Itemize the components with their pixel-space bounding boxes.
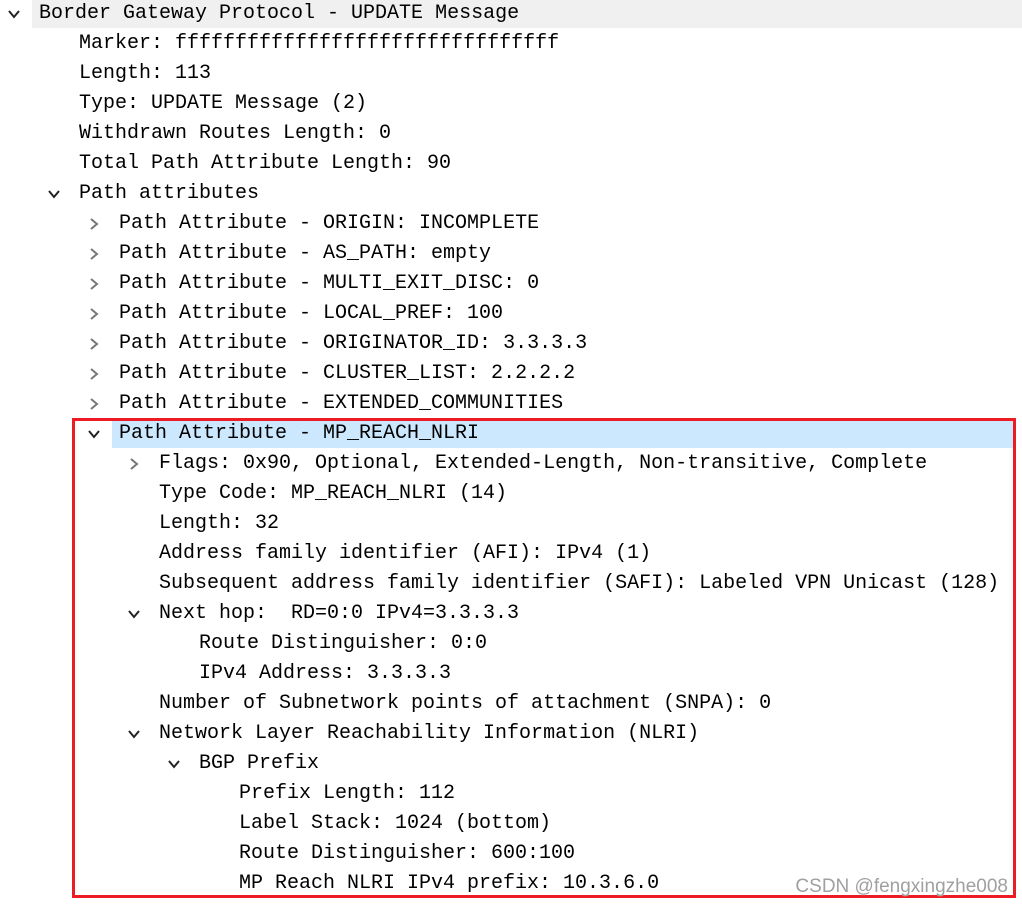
row-label: Path Attribute - ORIGINATOR_ID: 3.3.3.3	[119, 332, 588, 355]
row-label: Length: 113	[79, 62, 212, 85]
watermark: CSDN @fengxingzhe008	[795, 876, 1008, 897]
tree-row[interactable]: Border Gateway Protocol - UPDATE Message	[0, 0, 1022, 29]
row-label: Withdrawn Routes Length: 0	[79, 122, 392, 145]
tree-row[interactable]: Path Attribute - ORIGINATOR_ID: 3.3.3.3	[0, 329, 1022, 359]
tree-row[interactable]: Path Attribute - AS_PATH: empty	[0, 239, 1022, 269]
row-label: Path attributes	[79, 182, 260, 205]
row-label: Network Layer Reachability Information (…	[159, 722, 700, 745]
row-label: Subsequent address family identifier (SA…	[159, 572, 1000, 595]
tree-row[interactable]: Length: 113	[0, 59, 1022, 89]
tree-row[interactable]: Type Code: MP_REACH_NLRI (14)	[0, 479, 1022, 509]
tree-row[interactable]: Path Attribute - ORIGIN: INCOMPLETE	[0, 209, 1022, 239]
tree-row[interactable]: Route Distinguisher: 0:0	[0, 629, 1022, 659]
row-label: Path Attribute - EXTENDED_COMMUNITIES	[119, 392, 564, 415]
tree-row[interactable]: Path attributes	[0, 179, 1022, 209]
tree-row[interactable]: Flags: 0x90, Optional, Extended-Length, …	[0, 449, 1022, 479]
tree-row[interactable]: Total Path Attribute Length: 90	[0, 149, 1022, 179]
tree-row[interactable]: Path Attribute - CLUSTER_LIST: 2.2.2.2	[0, 359, 1022, 389]
row-label: MP Reach NLRI IPv4 prefix: 10.3.6.0	[239, 872, 660, 895]
chevron-down-icon[interactable]	[126, 599, 142, 629]
row-label: Address family identifier (AFI): IPv4 (1…	[159, 542, 652, 565]
chevron-down-icon[interactable]	[86, 419, 102, 449]
tree-row[interactable]: Next hop: RD=0:0 IPv4=3.3.3.3	[0, 599, 1022, 629]
tree-row[interactable]: Path Attribute - MULTI_EXIT_DISC: 0	[0, 269, 1022, 299]
chevron-right-icon[interactable]	[86, 329, 102, 359]
chevron-down-icon[interactable]	[46, 179, 62, 209]
row-label: Path Attribute - AS_PATH: empty	[119, 242, 492, 265]
row-label: Marker: ffffffffffffffffffffffffffffffff	[79, 32, 560, 55]
row-label: Number of Subnetwork points of attachmen…	[159, 692, 772, 715]
tree-row[interactable]: Network Layer Reachability Information (…	[0, 719, 1022, 749]
chevron-down-icon[interactable]	[126, 719, 142, 749]
chevron-down-icon[interactable]	[6, 0, 22, 29]
row-label: BGP Prefix	[199, 752, 320, 775]
chevron-right-icon[interactable]	[86, 209, 102, 239]
row-label: IPv4 Address: 3.3.3.3	[199, 662, 452, 685]
row-label: Total Path Attribute Length: 90	[79, 152, 452, 175]
tree-row[interactable]: Marker: ffffffffffffffffffffffffffffffff	[0, 29, 1022, 59]
row-label: Label Stack: 1024 (bottom)	[239, 812, 552, 835]
tree-row[interactable]: BGP Prefix	[0, 749, 1022, 779]
row-label: Route Distinguisher: 0:0	[199, 632, 488, 655]
chevron-right-icon[interactable]	[86, 389, 102, 419]
chevron-right-icon[interactable]	[86, 299, 102, 329]
row-label: Path Attribute - MP_REACH_NLRI	[119, 422, 480, 445]
row-label: Path Attribute - ORIGIN: INCOMPLETE	[119, 212, 540, 235]
row-label: Border Gateway Protocol - UPDATE Message	[39, 2, 520, 25]
tree-row[interactable]: Number of Subnetwork points of attachmen…	[0, 689, 1022, 719]
tree-row[interactable]: IPv4 Address: 3.3.3.3	[0, 659, 1022, 689]
row-label: Flags: 0x90, Optional, Extended-Length, …	[159, 452, 928, 475]
row-label: Prefix Length: 112	[239, 782, 456, 805]
tree-row[interactable]: Length: 32	[0, 509, 1022, 539]
row-label: Route Distinguisher: 600:100	[239, 842, 576, 865]
packet-details-tree: Border Gateway Protocol - UPDATE Message…	[0, 0, 1022, 899]
tree-row[interactable]: Type: UPDATE Message (2)	[0, 89, 1022, 119]
tree-row[interactable]: Label Stack: 1024 (bottom)	[0, 809, 1022, 839]
tree-row[interactable]: Path Attribute - EXTENDED_COMMUNITIES	[0, 389, 1022, 419]
row-label: Path Attribute - LOCAL_PREF: 100	[119, 302, 504, 325]
row-label: Path Attribute - CLUSTER_LIST: 2.2.2.2	[119, 362, 576, 385]
tree-row[interactable]: Withdrawn Routes Length: 0	[0, 119, 1022, 149]
tree-row[interactable]: Path Attribute - LOCAL_PREF: 100	[0, 299, 1022, 329]
chevron-right-icon[interactable]	[86, 359, 102, 389]
row-label: Next hop: RD=0:0 IPv4=3.3.3.3	[159, 602, 520, 625]
row-label: Type Code: MP_REACH_NLRI (14)	[159, 482, 508, 505]
tree-row[interactable]: Route Distinguisher: 600:100	[0, 839, 1022, 869]
row-label: Length: 32	[159, 512, 280, 535]
tree-row[interactable]: Address family identifier (AFI): IPv4 (1…	[0, 539, 1022, 569]
row-label: Path Attribute - MULTI_EXIT_DISC: 0	[119, 272, 540, 295]
chevron-right-icon[interactable]	[86, 239, 102, 269]
chevron-right-icon[interactable]	[126, 449, 142, 479]
tree-row[interactable]: Path Attribute - MP_REACH_NLRI	[0, 419, 1022, 449]
tree-row[interactable]: Subsequent address family identifier (SA…	[0, 569, 1022, 599]
tree-row[interactable]: Prefix Length: 112	[0, 779, 1022, 809]
chevron-down-icon[interactable]	[166, 749, 182, 779]
chevron-right-icon[interactable]	[86, 269, 102, 299]
row-label: Type: UPDATE Message (2)	[79, 92, 368, 115]
